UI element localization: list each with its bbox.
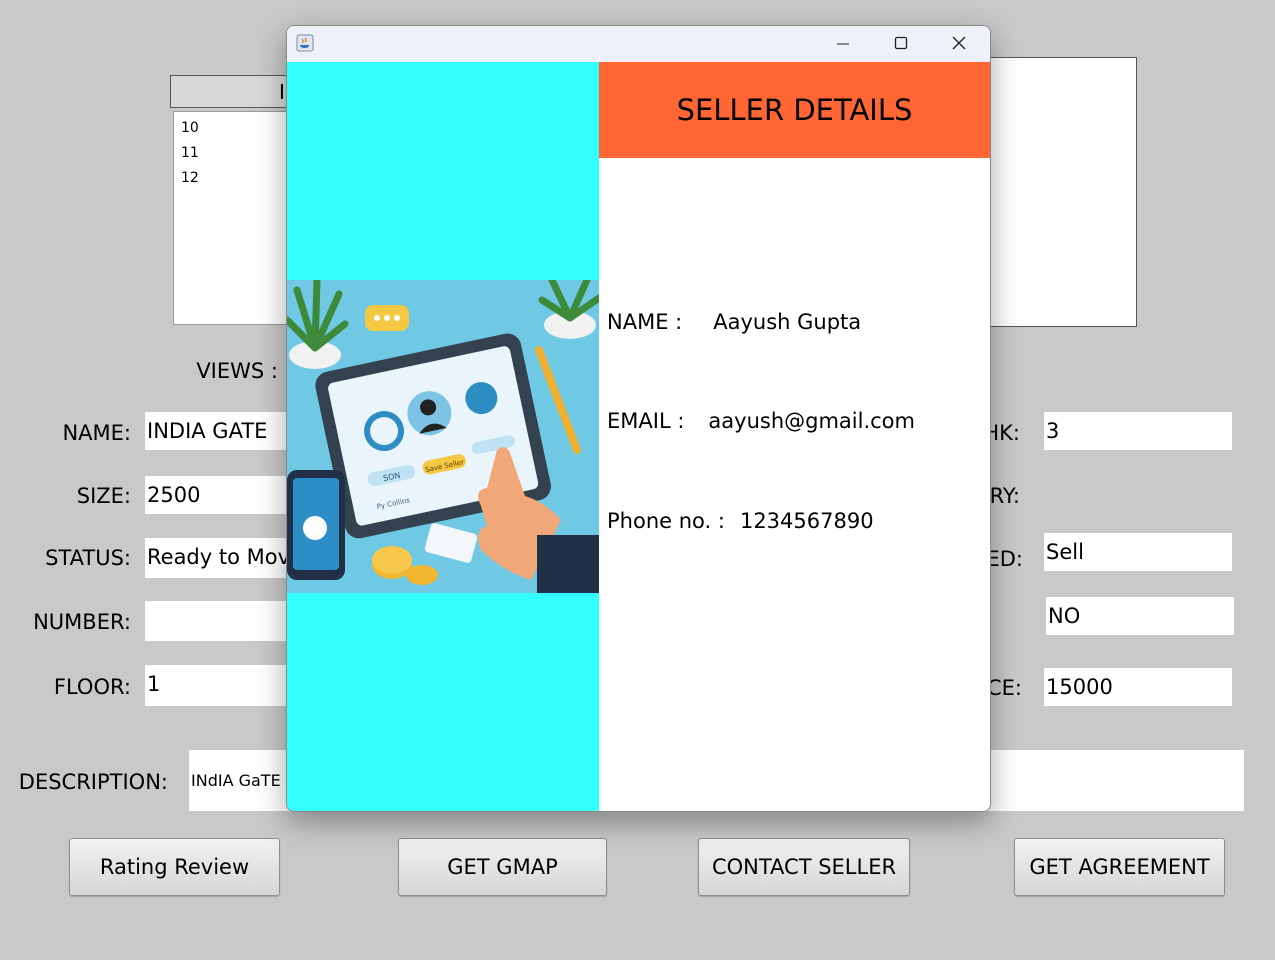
description-label: DESCRIPTION: — [18, 770, 168, 794]
name-label: NAME: — [62, 421, 131, 445]
seller-phone-value: 1234567890 — [739, 509, 874, 533]
table-row[interactable]: 10 — [181, 120, 199, 136]
dialog-titlebar[interactable] — [287, 26, 990, 62]
seller-illustration: SON Save Seller Py Collins — [287, 280, 599, 593]
right-panel — [985, 57, 1137, 327]
name-field[interactable]: INDIA GATE — [145, 412, 290, 450]
seller-name-label: NAME : — [607, 310, 683, 334]
size-label: SIZE: — [76, 484, 131, 508]
bhk-field[interactable]: 3 — [1044, 412, 1232, 450]
table-row[interactable]: 12 — [181, 170, 199, 186]
maximize-icon[interactable] — [891, 33, 911, 57]
close-icon[interactable] — [949, 33, 969, 57]
rating-review-button[interactable]: Rating Review — [69, 838, 280, 896]
views-label: VIEWS : — [196, 359, 278, 383]
status-field[interactable]: Ready to Move — [145, 538, 290, 578]
floor-label: FLOOR: — [53, 675, 131, 699]
seller-name-row: NAME : Aayush Gupta — [607, 310, 861, 334]
listing-table[interactable]: 10 11 12 — [173, 111, 295, 325]
table-row[interactable]: 11 — [181, 145, 199, 161]
java-app-icon — [296, 34, 314, 56]
seller-phone-label: Phone no. : — [607, 509, 725, 533]
contact-seller-button[interactable]: CONTACT SELLER — [698, 838, 910, 896]
seller-email-row: EMAIL : aayush@gmail.com — [607, 409, 915, 433]
price-field[interactable]: 15000 — [1044, 668, 1232, 706]
status-label: STATUS: — [45, 546, 131, 570]
image-panel: SON Save Seller Py Collins — [287, 62, 599, 811]
seller-email-label: EMAIL : — [607, 409, 685, 433]
table-header[interactable]: I — [170, 75, 300, 108]
seller-email-value: aayush@gmail.com — [708, 409, 915, 433]
table-header-label: I — [279, 80, 285, 104]
get-agreement-button[interactable]: GET AGREEMENT — [1014, 838, 1225, 896]
seller-name-value: Aayush Gupta — [713, 310, 862, 334]
listed-for-field[interactable]: Sell — [1044, 533, 1232, 571]
number-field[interactable] — [145, 601, 290, 641]
minimize-icon[interactable] — [833, 34, 853, 58]
right-option-field[interactable]: NO — [1046, 597, 1234, 635]
size-field[interactable]: 2500 — [145, 476, 290, 514]
floor-field[interactable]: 1 — [145, 665, 290, 706]
seller-phone-row: Phone no. : 1234567890 — [607, 509, 874, 533]
seller-details-dialog[interactable]: SON Save Seller Py Collins SELLER DETAIL — [286, 25, 991, 812]
dialog-header: SELLER DETAILS — [599, 62, 990, 158]
number-label: NUMBER: — [33, 610, 131, 634]
get-gmap-button[interactable]: GET GMAP — [398, 838, 607, 896]
